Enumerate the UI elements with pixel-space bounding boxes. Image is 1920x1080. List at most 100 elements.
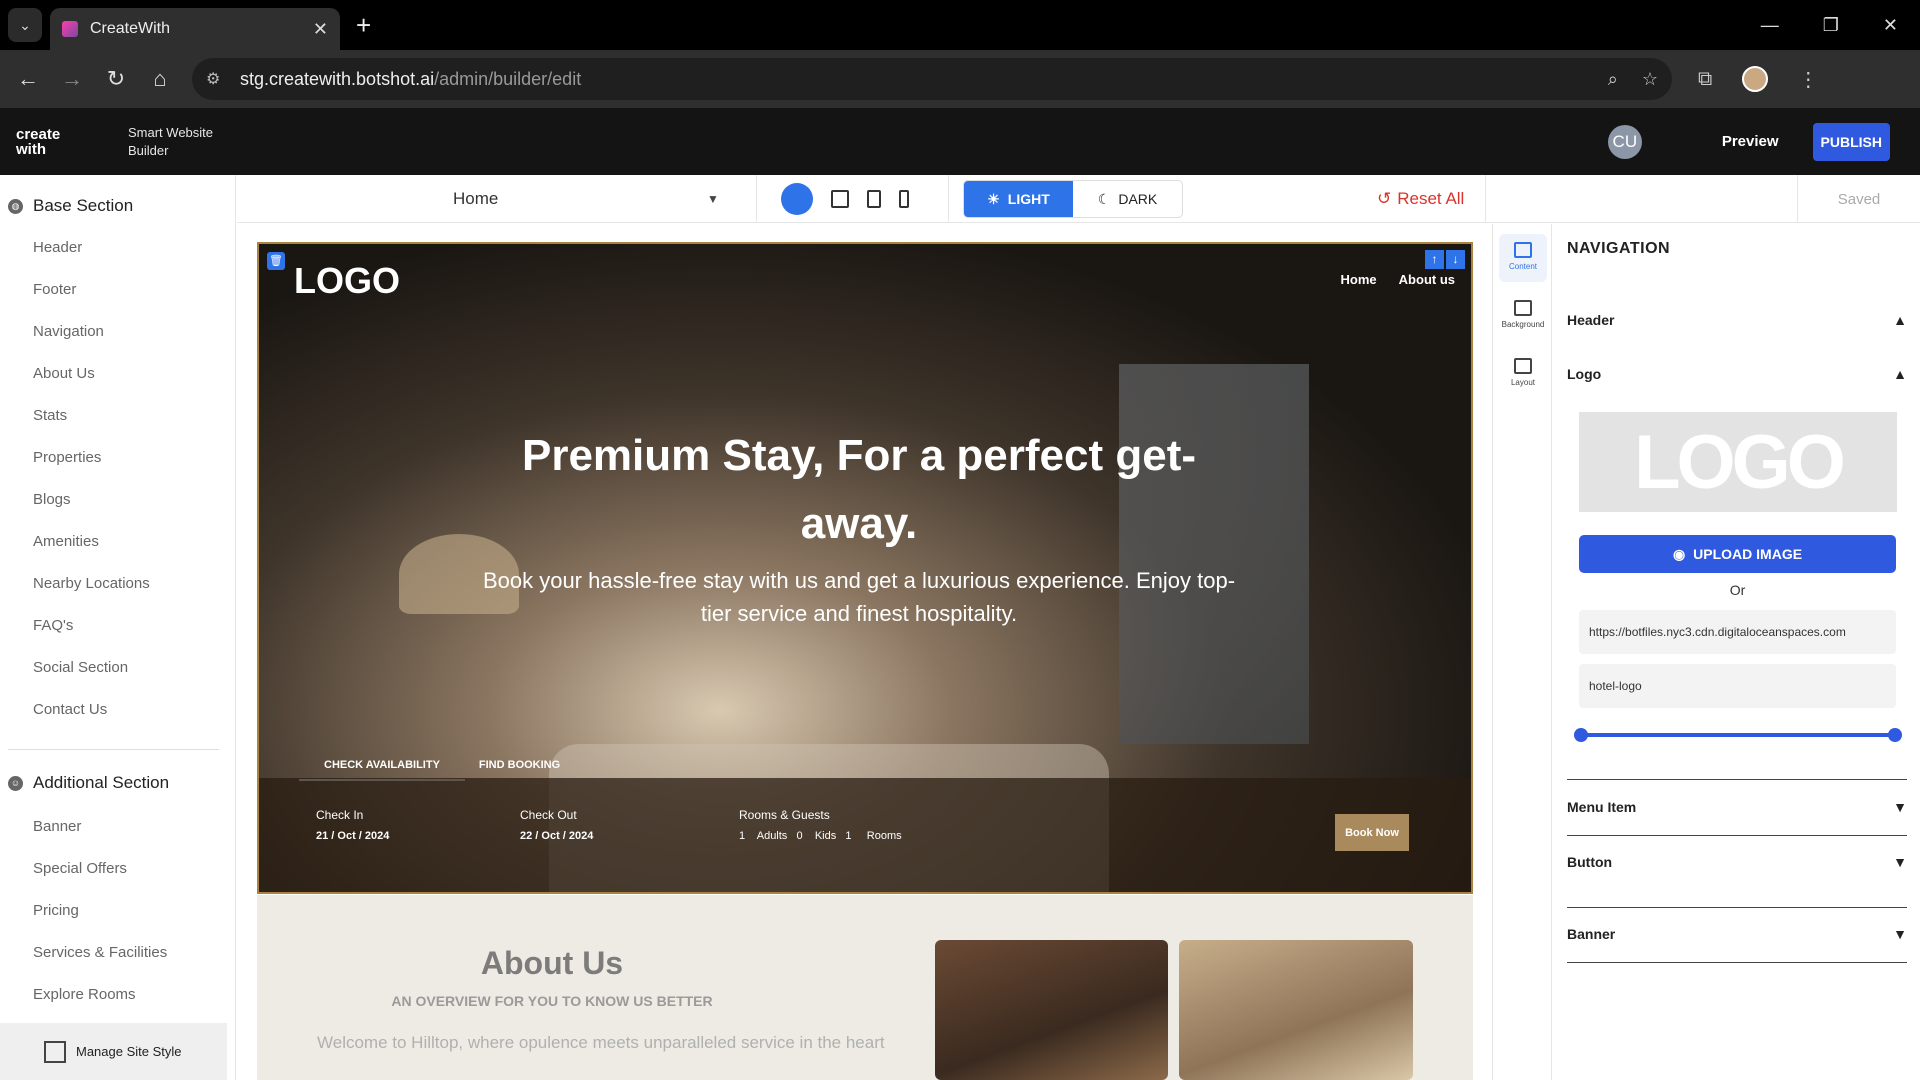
sidebar-item-special-offers[interactable]: Special Offers [33,848,235,890]
accordion-menu-item-label: Menu Item [1567,799,1637,815]
sidebar-item-footer[interactable]: Footer [33,269,235,311]
sidebar-item-contact-us[interactable]: Contact Us [33,689,235,731]
user-circle-icon: ☺ [8,775,23,791]
sidebar-item-amenities[interactable]: Amenities [33,521,235,563]
sidebar-item-banner[interactable]: Banner [33,806,235,848]
move-down-icon[interactable]: ↓ [1446,250,1465,269]
rail-background-tab[interactable]: Background [1499,292,1547,340]
hero-nav-home[interactable]: Home [1341,272,1377,287]
responsive-view-icon[interactable] [781,183,813,215]
additional-section-list: Banner Special Offers Pricing Services &… [0,806,235,1016]
editor-toolbar: Home ▼ ☀ LIGHT ☾ DARK ↺ Reset All Saved [237,175,1920,223]
chevron-down-icon: ▼ [1893,799,1907,815]
sidebar-item-pricing[interactable]: Pricing [33,890,235,932]
logo-url-field[interactable] [1579,610,1896,654]
moon-icon: ☾ [1097,190,1111,207]
extensions-icon[interactable]: ⧉ [1698,68,1712,91]
sidebar-item-explore-rooms[interactable]: Explore Rooms [33,974,235,1016]
move-up-icon[interactable]: ↑ [1425,250,1444,269]
hero-nav-about-us[interactable]: About us [1399,272,1455,287]
hero-subtitle[interactable]: Book your hassle-free stay with us and g… [479,564,1239,630]
sidebar-item-nearby-locations[interactable]: Nearby Locations [33,563,235,605]
sidebar-item-faqs[interactable]: FAQ's [33,605,235,647]
publish-button[interactable]: PUBLISH [1812,122,1890,161]
profile-avatar[interactable] [1742,66,1769,92]
about-photo-lounge [1179,940,1413,1080]
toolbar-divider [1485,175,1486,223]
about-section[interactable]: About Us AN OVERVIEW FOR YOU TO KNOW US … [257,895,1473,1080]
divider [1567,962,1907,963]
camera-icon: ◉ [1672,545,1686,562]
upload-image-button[interactable]: ◉ UPLOAD IMAGE [1579,535,1896,573]
background-icon [1514,300,1532,316]
hero-logo[interactable]: LOGO [294,260,400,302]
logo-alt-field[interactable] [1579,664,1896,708]
zoom-icon[interactable]: ⌕ [1608,69,1618,90]
mobile-view-icon[interactable] [899,190,909,208]
chevron-up-icon: ▲ [1893,366,1907,382]
home-icon[interactable]: ⌂ [138,66,182,92]
chevron-up-icon: ▲ [1893,312,1907,328]
manage-site-style-button[interactable]: Manage Site Style [0,1023,227,1080]
reset-all-label: Reset All [1397,189,1465,208]
site-info-icon[interactable]: ⚙ [206,69,228,89]
app-header: create with Smart Website Builder CU Pre… [0,108,1920,175]
light-theme-button[interactable]: ☀ LIGHT [964,181,1073,217]
slider-max-handle[interactable] [1888,728,1902,742]
logo-size-slider[interactable] [1574,728,1902,742]
accordion-menu-item[interactable]: Menu Item ▼ [1567,799,1907,815]
bookmark-star-icon[interactable]: ☆ [1642,69,1658,90]
desktop-view-icon[interactable] [831,190,849,208]
forward-icon[interactable]: → [50,66,94,92]
about-photo-lobby [935,940,1168,1080]
restore-icon[interactable]: ❐ [1823,15,1839,36]
rail-layout-tab[interactable]: Layout [1499,350,1547,398]
preview-button[interactable]: Preview [1722,133,1779,150]
check-in-value[interactable]: 21 / Oct / 2024 [316,830,389,842]
accordion-banner[interactable]: Banner ▼ [1567,926,1907,942]
rooms-guests-value[interactable]: 1 Adults 0 Kids 1 Rooms [739,830,902,842]
sidebar-item-properties[interactable]: Properties [33,437,235,479]
dark-theme-button[interactable]: ☾ DARK [1073,181,1182,217]
browser-menu-icon[interactable]: ⋮ [1798,67,1818,92]
accordion-header[interactable]: Header ▲ [1567,312,1907,328]
sidebar-item-stats[interactable]: Stats [33,395,235,437]
rail-content-tab[interactable]: Content [1499,234,1547,282]
tab-search-icon[interactable]: ⌄ [8,8,42,42]
browser-tab[interactable]: CreateWith ✕ [50,8,340,50]
back-icon[interactable]: ← [6,66,50,92]
frame-icon [44,1040,66,1063]
minimize-icon[interactable]: — [1761,15,1779,36]
undo-icon: ↺ [1377,189,1392,208]
sidebar-item-services-facilities[interactable]: Services & Facilities [33,932,235,974]
hero-title[interactable]: Premium Stay, For a perfect get-away. [469,422,1249,558]
sidebar-item-blogs[interactable]: Blogs [33,479,235,521]
address-bar[interactable]: ⚙ stg.createwith.botshot.ai/admin/builde… [192,58,1672,100]
close-tab-icon[interactable]: ✕ [313,19,328,40]
page-select[interactable]: Home ▼ [237,175,757,223]
slider-min-handle[interactable] [1574,728,1588,742]
sidebar-item-navigation[interactable]: Navigation [33,311,235,353]
base-section-header: ◍ Base Section [8,191,235,221]
reset-all-button[interactable]: ↺ Reset All [1377,189,1464,209]
sidebar-item-header[interactable]: Header [33,227,235,269]
delete-section-icon[interactable]: 🗑 [267,252,285,270]
hero-section[interactable]: 🗑 ↑ ↓ LOGO Home About us Premium Stay, F… [257,242,1473,894]
window-controls: — ❐ ✕ [1761,15,1898,36]
new-tab-icon[interactable]: + [356,10,371,41]
manage-site-style-label: Manage Site Style [76,1044,182,1059]
theme-toggle: ☀ LIGHT ☾ DARK [963,180,1183,218]
reload-icon[interactable]: ↻ [94,66,138,92]
book-now-button[interactable]: Book Now [1335,814,1409,851]
sidebar-item-social-section[interactable]: Social Section [33,647,235,689]
check-in-label: Check In [316,808,364,822]
close-window-icon[interactable]: ✕ [1883,15,1898,36]
brand-logo[interactable]: create with [16,127,76,157]
tablet-view-icon[interactable] [867,190,881,208]
user-avatar[interactable]: CU [1607,124,1642,159]
accordion-logo[interactable]: Logo ▲ [1567,366,1907,382]
check-out-value[interactable]: 22 / Oct / 2024 [520,830,593,842]
sections-sidebar: ◍ Base Section Header Footer Navigation … [0,175,236,1080]
sidebar-item-about-us[interactable]: About Us [33,353,235,395]
accordion-button[interactable]: Button ▼ [1567,854,1907,870]
